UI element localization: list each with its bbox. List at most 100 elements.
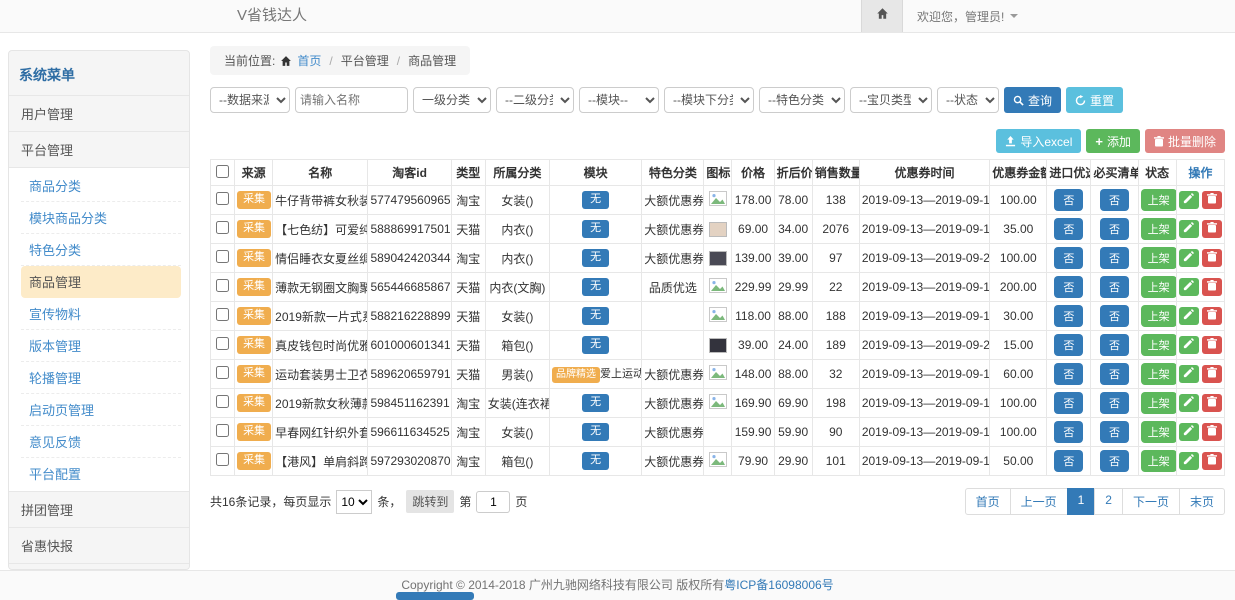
row-checkbox[interactable] [216, 192, 229, 205]
import-preferred-toggle[interactable]: 否 [1054, 247, 1083, 269]
sidebar-item[interactable]: 模块商品分类 [21, 202, 181, 234]
status-badge[interactable]: 上架 [1141, 305, 1177, 327]
sidebar-item[interactable]: 轮播管理 [21, 362, 181, 394]
import-preferred-toggle[interactable]: 否 [1054, 450, 1083, 472]
must-buy-toggle[interactable]: 否 [1100, 421, 1129, 443]
edit-button[interactable] [1179, 336, 1199, 354]
page-button[interactable]: 2 [1094, 488, 1123, 515]
sidebar-item[interactable]: 意见反馈 [21, 426, 181, 458]
edit-button[interactable] [1179, 249, 1199, 267]
delete-button[interactable] [1202, 365, 1222, 383]
row-checkbox[interactable] [216, 221, 229, 234]
breadcrumb-home-link[interactable]: 首页 [297, 52, 321, 69]
module-subcategory-select[interactable]: --模块下分类-- [664, 87, 754, 113]
delete-button[interactable] [1202, 423, 1222, 441]
edit-button[interactable] [1179, 365, 1199, 383]
row-checkbox[interactable] [216, 279, 229, 292]
sidebar-item[interactable]: 启动页管理 [21, 394, 181, 426]
status-badge[interactable]: 上架 [1141, 189, 1177, 211]
sidebar-item[interactable]: 版本管理 [21, 330, 181, 362]
page-button[interactable]: 上一页 [1010, 488, 1068, 515]
jump-to-button[interactable]: 跳转到 [406, 490, 454, 513]
import-preferred-toggle[interactable]: 否 [1054, 276, 1083, 298]
icp-link[interactable]: 粤ICP备16098006号 [724, 578, 833, 592]
status-badge[interactable]: 上架 [1141, 276, 1177, 298]
home-button[interactable] [861, 0, 903, 32]
row-checkbox[interactable] [216, 308, 229, 321]
sidebar-item[interactable]: 特色分类 [21, 234, 181, 266]
status-select[interactable]: --状态-- [937, 87, 999, 113]
import-excel-button[interactable]: 导入excel [996, 129, 1081, 153]
edit-button[interactable] [1179, 307, 1199, 325]
name-search-input[interactable] [295, 87, 408, 113]
batch-delete-button[interactable]: 批量删除 [1145, 129, 1225, 153]
must-buy-toggle[interactable]: 否 [1100, 305, 1129, 327]
import-preferred-toggle[interactable]: 否 [1054, 334, 1083, 356]
import-preferred-toggle[interactable]: 否 [1054, 363, 1083, 385]
sidebar-item[interactable]: 商品分类 [21, 170, 181, 202]
delete-button[interactable] [1202, 336, 1222, 354]
page-button[interactable]: 1 [1067, 488, 1096, 515]
module-select[interactable]: --模块-- [579, 87, 659, 113]
reset-button[interactable]: 重置 [1066, 87, 1123, 113]
must-buy-toggle[interactable]: 否 [1100, 392, 1129, 414]
edit-button[interactable] [1179, 220, 1199, 238]
status-badge[interactable]: 上架 [1141, 218, 1177, 240]
sidebar-item[interactable]: 宣传物料 [21, 298, 181, 330]
add-button[interactable]: + 添加 [1086, 129, 1140, 153]
page-button[interactable]: 末页 [1179, 488, 1225, 515]
data-source-select[interactable]: --数据来源-- [210, 87, 290, 113]
must-buy-toggle[interactable]: 否 [1100, 276, 1129, 298]
status-badge[interactable]: 上架 [1141, 247, 1177, 269]
import-preferred-toggle[interactable]: 否 [1054, 305, 1083, 327]
edit-button[interactable] [1179, 394, 1199, 412]
edit-button[interactable] [1179, 278, 1199, 296]
row-checkbox[interactable] [216, 250, 229, 263]
page-button[interactable]: 首页 [965, 488, 1011, 515]
delete-button[interactable] [1202, 249, 1222, 267]
import-preferred-toggle[interactable]: 否 [1054, 421, 1083, 443]
status-badge[interactable]: 上架 [1141, 363, 1177, 385]
edit-button[interactable] [1179, 452, 1199, 470]
import-preferred-toggle[interactable]: 否 [1054, 392, 1083, 414]
status-badge[interactable]: 上架 [1141, 334, 1177, 356]
row-checkbox[interactable] [216, 453, 229, 466]
delete-button[interactable] [1202, 220, 1222, 238]
delete-button[interactable] [1202, 394, 1222, 412]
category-level1-select[interactable]: 一级分类 [413, 87, 491, 113]
feature-category-select[interactable]: --特色分类-- [759, 87, 845, 113]
delete-button[interactable] [1202, 278, 1222, 296]
category-level2-select[interactable]: --二级分类-- [496, 87, 574, 113]
search-button[interactable]: 查询 [1004, 87, 1061, 113]
status-badge[interactable]: 上架 [1141, 421, 1177, 443]
import-preferred-toggle[interactable]: 否 [1054, 189, 1083, 211]
delete-button[interactable] [1202, 452, 1222, 470]
status-badge[interactable]: 上架 [1141, 450, 1177, 472]
user-menu[interactable]: 欢迎您，管理员! [903, 0, 1032, 32]
must-buy-toggle[interactable]: 否 [1100, 450, 1129, 472]
select-all-checkbox[interactable] [216, 165, 229, 178]
row-checkbox[interactable] [216, 337, 229, 350]
must-buy-toggle[interactable]: 否 [1100, 247, 1129, 269]
must-buy-toggle[interactable]: 否 [1100, 363, 1129, 385]
status-badge[interactable]: 上架 [1141, 392, 1177, 414]
must-buy-toggle[interactable]: 否 [1100, 218, 1129, 240]
edit-button[interactable] [1179, 191, 1199, 209]
page-button[interactable]: 下一页 [1122, 488, 1180, 515]
sidebar-item[interactable]: 商品管理 [21, 266, 181, 298]
edit-button[interactable] [1179, 423, 1199, 441]
row-checkbox[interactable] [216, 395, 229, 408]
sidebar-group-item[interactable]: 拼团管理 [9, 491, 189, 527]
sidebar-item[interactable]: 平台配置 [21, 458, 181, 489]
row-checkbox[interactable] [216, 424, 229, 437]
must-buy-toggle[interactable]: 否 [1100, 334, 1129, 356]
item-type-select[interactable]: --宝贝类型-- [850, 87, 932, 113]
sidebar-group-item[interactable]: 平台管理 [9, 131, 189, 167]
sidebar-group-item[interactable]: 用户管理 [9, 95, 189, 131]
import-preferred-toggle[interactable]: 否 [1054, 218, 1083, 240]
row-checkbox[interactable] [216, 366, 229, 379]
jump-page-input[interactable] [476, 491, 510, 513]
must-buy-toggle[interactable]: 否 [1100, 189, 1129, 211]
sidebar-group-item[interactable]: 省惠快报 [9, 527, 189, 563]
per-page-select[interactable]: 10 [336, 490, 372, 514]
